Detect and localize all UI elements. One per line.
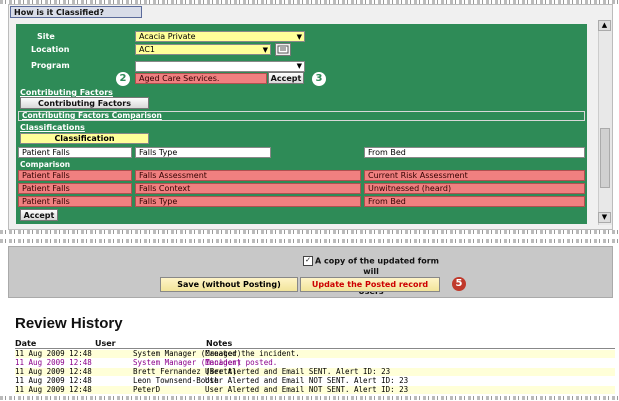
history-row: 11 Aug 2009 12:48 System Manager (Manage… bbox=[15, 350, 615, 358]
save-without-posting-button[interactable]: Save (without Posting) bbox=[160, 277, 298, 292]
chevron-down-icon: ▼ bbox=[296, 62, 302, 70]
comparison-cell: Patient Falls bbox=[18, 183, 132, 194]
comparison-cell: Falls Type bbox=[135, 196, 361, 207]
class-cell-type: Falls Type bbox=[135, 147, 271, 158]
location-picker-icon[interactable] bbox=[275, 43, 291, 56]
classification-button[interactable]: Classification bbox=[20, 133, 149, 144]
history-row: 11 Aug 2009 12:48 System Manager (Manage… bbox=[15, 359, 615, 367]
comparison-title: Comparison bbox=[20, 160, 71, 169]
class-cell-value: From Bed bbox=[364, 147, 585, 158]
cf-comparison-bar[interactable]: Contributing Factors Comparison bbox=[18, 111, 585, 121]
contributing-factors-link[interactable]: Contributing Factors bbox=[20, 88, 113, 97]
col-notes-header: Notes bbox=[206, 339, 233, 348]
classifications-link[interactable]: Classifications bbox=[20, 123, 85, 132]
comparison-accept-button[interactable]: Accept bbox=[20, 209, 58, 221]
history-user: PeterD bbox=[133, 385, 161, 394]
location-select[interactable]: AC1 ▼ bbox=[135, 44, 271, 55]
section-header-tab[interactable]: How is it Classified? bbox=[10, 6, 142, 18]
torn-edge-middle bbox=[0, 230, 619, 234]
history-date: 11 Aug 2009 12:48 bbox=[15, 385, 92, 394]
site-select[interactable]: Acacia Private ▼ bbox=[135, 31, 305, 42]
comparison-cell: From Bed bbox=[364, 196, 585, 207]
history-date: 11 Aug 2009 12:48 bbox=[15, 376, 92, 385]
torn-edge-middle-2 bbox=[0, 239, 619, 243]
history-notes: User Alerted and Email SENT. Alert ID: 2… bbox=[205, 367, 391, 376]
step-badge-5: 5 bbox=[452, 277, 466, 291]
update-posted-record-button[interactable]: Update the Posted record bbox=[300, 277, 440, 292]
col-date-header: Date bbox=[15, 339, 37, 348]
scroll-up-arrow-icon[interactable]: ▲ bbox=[598, 20, 611, 31]
history-date: 11 Aug 2009 12:48 bbox=[15, 349, 92, 358]
cf-comparison-link[interactable]: Contributing Factors Comparison bbox=[22, 111, 162, 120]
comparison-cell: Falls Assessment bbox=[135, 170, 361, 181]
torn-edge-bottom bbox=[0, 396, 619, 400]
comparison-cell: Patient Falls bbox=[18, 170, 132, 181]
program-accept-button[interactable]: Accept bbox=[268, 72, 304, 84]
history-notes: Incident posted. bbox=[205, 358, 278, 367]
site-value: Acacia Private bbox=[139, 32, 196, 41]
history-row: 11 Aug 2009 12:48 Brett Fernandez (Brett… bbox=[15, 368, 615, 376]
review-history-title: Review History bbox=[15, 315, 123, 332]
copy-checkbox[interactable]: ✓ bbox=[303, 256, 313, 266]
history-notes: Created the incident. bbox=[205, 349, 300, 358]
chevron-down-icon: ▼ bbox=[262, 46, 268, 54]
history-notes: User Alerted and Email NOT SENT. Alert I… bbox=[205, 376, 409, 385]
contributing-factors-button[interactable]: Contributing Factors bbox=[20, 97, 149, 109]
program-entry-field[interactable]: Aged Care Services. bbox=[135, 73, 267, 84]
comparison-cell: Current Risk Assessment bbox=[364, 170, 585, 181]
copy-notice-line1: A copy of the updated form will bbox=[315, 256, 439, 276]
step-badge-3: 3 bbox=[312, 72, 326, 86]
step-badge-2: 2 bbox=[116, 72, 130, 86]
chevron-down-icon: ▼ bbox=[296, 33, 302, 41]
history-date: 11 Aug 2009 12:48 bbox=[15, 367, 92, 376]
header-divider bbox=[15, 348, 615, 349]
history-row: 11 Aug 2009 12:48 PeterD User Alerted an… bbox=[15, 386, 615, 394]
history-row: 11 Aug 2009 12:48 Leon Townsend-Booth Us… bbox=[15, 377, 615, 385]
program-label: Program bbox=[31, 61, 70, 70]
comparison-cell: Falls Context bbox=[135, 183, 361, 194]
class-cell-category: Patient Falls bbox=[18, 147, 132, 158]
scroll-down-arrow-icon[interactable]: ▼ bbox=[598, 212, 611, 223]
location-value: AC1 bbox=[139, 45, 156, 54]
scrollbar-thumb[interactable] bbox=[600, 128, 610, 188]
history-date: 11 Aug 2009 12:48 bbox=[15, 358, 92, 367]
site-label: Site bbox=[37, 32, 55, 41]
comparison-cell: Unwitnessed (heard) bbox=[364, 183, 585, 194]
comparison-cell: Patient Falls bbox=[18, 196, 132, 207]
location-label: Location bbox=[31, 45, 70, 54]
vertical-scrollbar[interactable] bbox=[598, 20, 612, 225]
history-notes: User Alerted and Email NOT SENT. Alert I… bbox=[205, 385, 409, 394]
col-user-header: User bbox=[95, 339, 116, 348]
program-select[interactable]: ▼ bbox=[135, 61, 305, 72]
form-area bbox=[16, 24, 587, 224]
